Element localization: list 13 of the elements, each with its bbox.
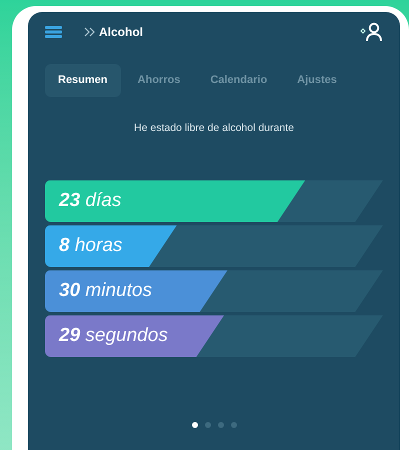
counter-text: 23 días [58, 190, 122, 212]
user-icon[interactable] [359, 22, 383, 42]
chevrons-icon [84, 27, 95, 37]
tab[interactable]: Calendario [197, 64, 280, 96]
tab[interactable]: Resumen [45, 64, 121, 96]
tab[interactable]: Ajustes [284, 64, 350, 96]
tab[interactable]: Ahorros [124, 64, 194, 96]
caption: He estado libre de alcohol durante [133, 120, 295, 136]
counter-text: 8 horas [58, 235, 122, 256]
screen-title: Alcohol [99, 24, 143, 41]
counter-text: 29 segundos [58, 325, 168, 346]
menu-icon[interactable] [45, 26, 62, 38]
counter-text: 30 minutos [58, 280, 152, 302]
